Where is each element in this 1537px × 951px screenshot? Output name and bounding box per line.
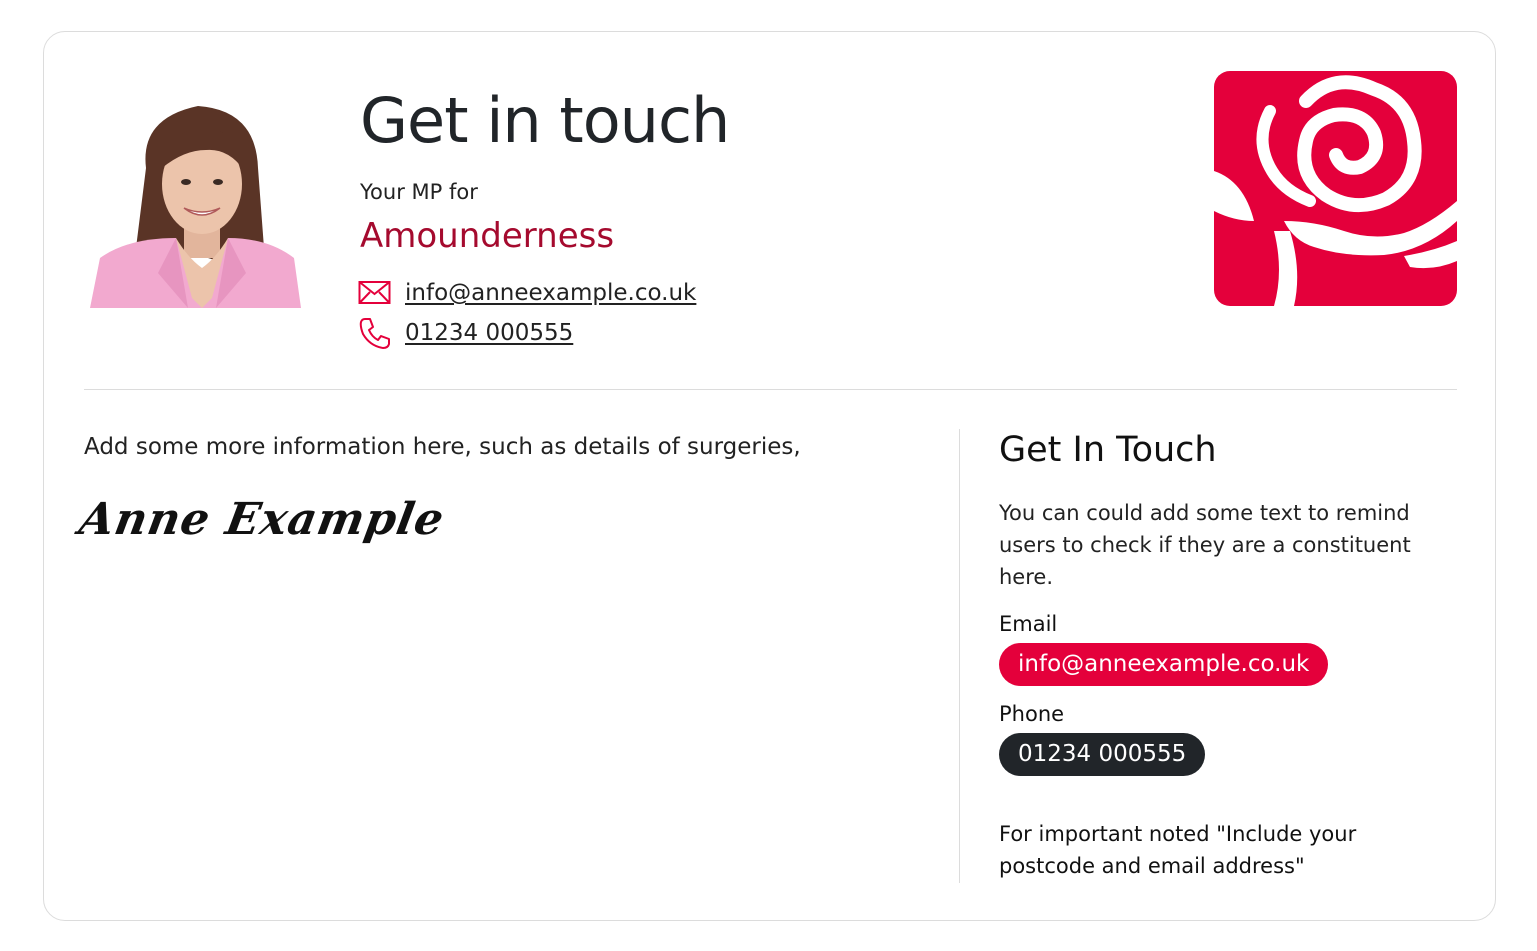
phone-button[interactable]: 01234 000555 <box>999 733 1206 776</box>
page-title: Get in touch <box>360 84 730 157</box>
mp-photo <box>88 98 303 308</box>
sidebar-text: You can could add some text to remind us… <box>999 501 1411 589</box>
rose-logo-icon <box>1214 71 1457 306</box>
info-text: Add some more information here, such as … <box>84 434 801 460</box>
important-note: For important noted "Include your postco… <box>999 822 1357 878</box>
sidebar-title: Get In Touch <box>999 430 1217 470</box>
phone-icon <box>358 316 392 350</box>
email-label: Email <box>999 612 1058 636</box>
header-email-link[interactable]: info@anneexample.co.uk <box>405 280 696 306</box>
mp-for-label: Your MP for <box>360 180 478 204</box>
column-divider <box>959 429 960 883</box>
email-button[interactable]: info@anneexample.co.uk <box>999 643 1329 686</box>
section-divider <box>84 389 1457 390</box>
contact-card: Get in touch Your MP for Amounderness in… <box>43 31 1496 921</box>
signature: Anne Example <box>75 494 449 545</box>
header-phone-row: 01234 000555 <box>358 316 573 350</box>
phone-label: Phone <box>999 702 1065 726</box>
envelope-icon <box>358 276 392 310</box>
constituency-name: Amounderness <box>360 216 615 256</box>
header-email-row: info@anneexample.co.uk <box>358 276 696 310</box>
header-phone-link[interactable]: 01234 000555 <box>405 320 573 346</box>
